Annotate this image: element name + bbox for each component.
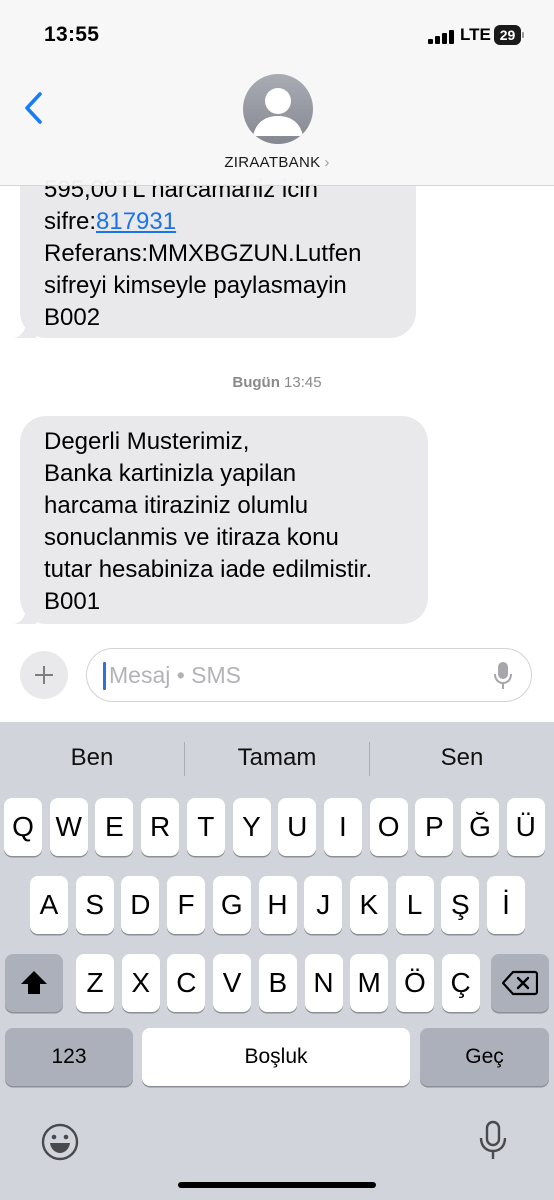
key-g[interactable]: G [212, 876, 251, 934]
shift-icon [21, 971, 47, 994]
key-v[interactable]: V [213, 954, 252, 1012]
status-bar: 13:55 LTE 29 [0, 0, 554, 70]
key-ü[interactable]: Ü [506, 798, 545, 856]
battery-icon: 29 [494, 25, 524, 45]
home-indicator[interactable] [178, 1182, 376, 1188]
delete-icon [501, 970, 539, 996]
contact-avatar[interactable] [243, 74, 313, 144]
suggestion-item[interactable]: Tamam [185, 722, 369, 794]
message-line: Banka kartinizla yapilan [44, 460, 297, 487]
key-e[interactable]: E [95, 798, 134, 856]
conversation-header: 13:55 LTE 29 ZIRAATBANK › [0, 0, 554, 186]
key-i̇[interactable]: İ [487, 876, 525, 934]
key-u[interactable]: U [278, 798, 317, 856]
key-ş[interactable]: Ş [441, 876, 480, 934]
key-d[interactable]: D [121, 876, 160, 934]
contact-name-button[interactable]: ZIRAATBANK › [0, 154, 554, 171]
key-w[interactable]: W [49, 798, 88, 856]
key-z[interactable]: Z [76, 954, 114, 1012]
key-p[interactable]: P [415, 798, 454, 856]
key-s[interactable]: S [75, 876, 114, 934]
key-o[interactable]: O [369, 798, 408, 856]
key-j[interactable]: J [304, 876, 343, 934]
key-ö[interactable]: Ö [395, 954, 434, 1012]
message-line: Referans:MMXBGZUN.Lutfen [44, 240, 362, 267]
space-key[interactable]: Boşluk [142, 1028, 410, 1086]
suggestion-item[interactable]: Ben [0, 722, 184, 794]
message-line: sifreyi kimseyle paylasmayin [44, 272, 347, 299]
message-line: sifre:817931 [44, 206, 392, 238]
message-line: sonuclanmis ve itiraza konu [44, 524, 339, 551]
key-n[interactable]: N [304, 954, 343, 1012]
key-k[interactable]: K [349, 876, 388, 934]
key-f[interactable]: F [167, 876, 206, 934]
message-line: tutar hesabiniza iade edilmistir. [44, 556, 373, 583]
key-m[interactable]: M [350, 954, 389, 1012]
key-i[interactable]: I [323, 798, 362, 856]
key-t[interactable]: T [186, 798, 225, 856]
key-ğ[interactable]: Ğ [461, 798, 499, 856]
cellular-signal-icon [428, 28, 456, 44]
bubble-tail [14, 316, 36, 338]
message-line: B002 [44, 304, 101, 331]
key-b[interactable]: B [258, 954, 297, 1012]
return-key[interactable]: Geç [420, 1028, 549, 1086]
battery-level: 29 [499, 27, 516, 43]
message-line: harcama itiraziniz olumlu [44, 492, 309, 519]
bubble-tail [14, 602, 36, 624]
text-cursor [103, 662, 106, 690]
shift-key[interactable] [5, 954, 63, 1012]
numbers-key[interactable]: 123 [5, 1028, 133, 1086]
message-input[interactable]: Mesaj • SMS [86, 648, 532, 702]
chevron-right-icon: › [324, 154, 330, 171]
person-silhouette-icon [253, 88, 303, 136]
message-text: sifre: [44, 208, 97, 235]
message-bubble[interactable]: Degerli Musterimiz, Banka kartinizla yap… [14, 416, 428, 624]
apps-plus-button[interactable] [20, 651, 68, 699]
message-input-placeholder: Mesaj • SMS [109, 662, 242, 688]
contact-name: ZIRAATBANK [224, 154, 321, 171]
chevron-left-icon [25, 92, 42, 124]
key-ç[interactable]: Ç [441, 954, 480, 1012]
status-time: 13:55 [44, 23, 100, 46]
back-button[interactable] [14, 88, 54, 128]
key-q[interactable]: Q [4, 798, 42, 856]
key-h[interactable]: H [258, 876, 297, 934]
mic-icon[interactable] [493, 661, 513, 691]
keyboard: Ben Tamam Sen QWERTYUIOPĞÜ ASDFGHJKLŞİ Z… [0, 722, 554, 1200]
message-line: B001 [44, 588, 101, 615]
key-c[interactable]: C [167, 954, 206, 1012]
delete-key[interactable] [491, 954, 549, 1012]
emoji-icon[interactable] [40, 1122, 80, 1162]
key-a[interactable]: A [30, 876, 68, 934]
suggestion-item[interactable]: Sen [370, 722, 554, 794]
key-x[interactable]: X [121, 954, 160, 1012]
network-type: LTE [460, 25, 491, 44]
verification-code-link[interactable]: 817931 [96, 208, 176, 235]
key-r[interactable]: R [141, 798, 180, 856]
key-l[interactable]: L [395, 876, 434, 934]
dictation-mic-icon[interactable] [478, 1120, 508, 1162]
message-timestamp: Bugün 13:45 [232, 374, 322, 391]
message-line: Degerli Musterimiz, [44, 428, 250, 455]
key-y[interactable]: Y [232, 798, 271, 856]
